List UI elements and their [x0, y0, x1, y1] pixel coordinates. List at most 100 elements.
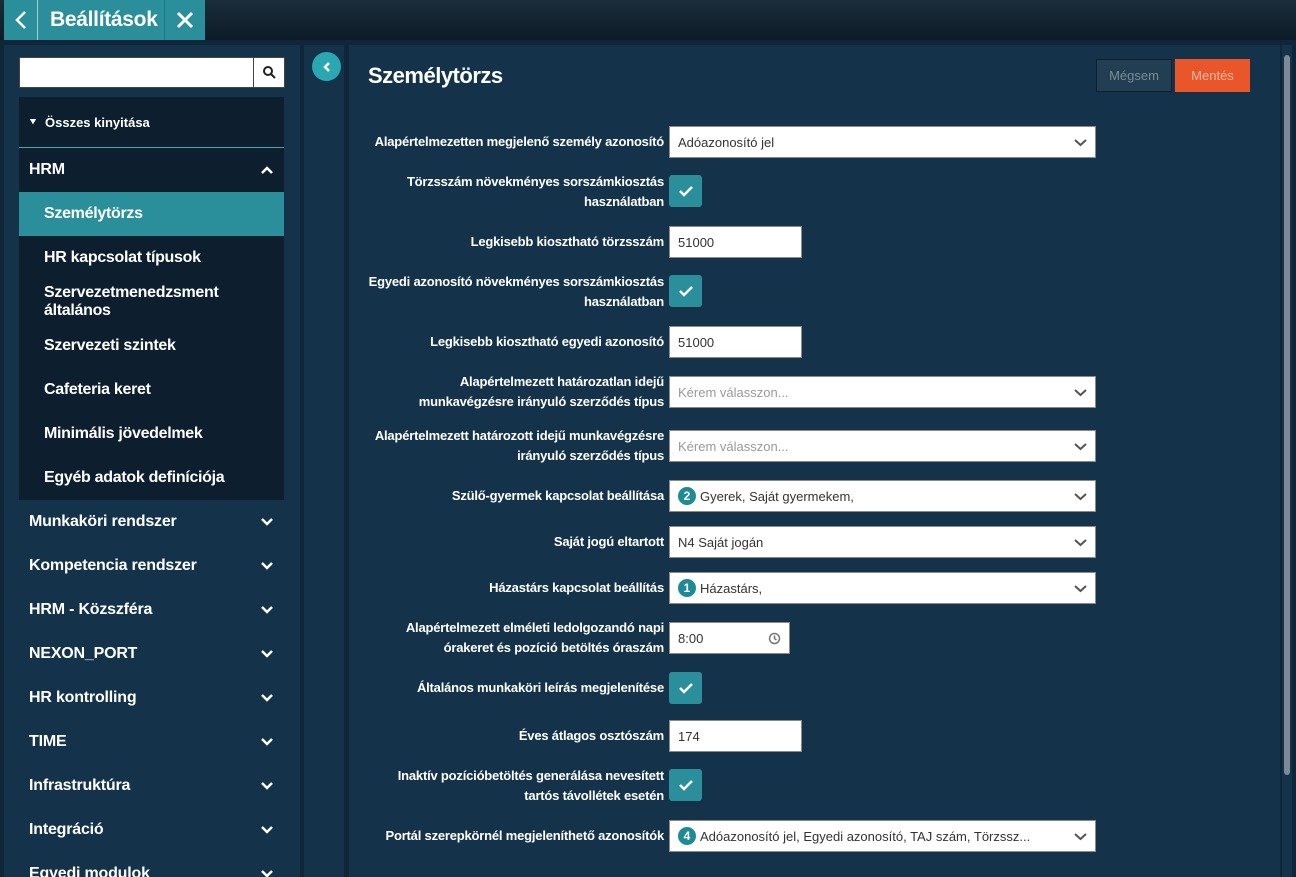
sidebar-group-egyedi-modulok[interactable]: Egyedi modulok: [19, 852, 284, 877]
chevron-down-icon: [1074, 389, 1087, 397]
count-badge: 4: [678, 827, 696, 845]
save-button[interactable]: Mentés: [1175, 59, 1250, 92]
check-icon: [678, 780, 693, 791]
own-right-dependent-label: Saját jogú eltartott: [553, 534, 664, 549]
expand-all-label: Összes kinyitása: [45, 114, 150, 130]
job-description-label: Általános munkaköri leírás megjelenítése: [416, 680, 664, 695]
chevron-down-icon: [1074, 833, 1087, 841]
scrollbar-thumb[interactable]: [1284, 55, 1290, 775]
sidebar-group-hrm-kozszfera[interactable]: HRM - Közszféra: [19, 588, 284, 632]
collapse-strip: [304, 45, 344, 877]
group-label: Egyedi modulok: [29, 865, 150, 877]
search-button[interactable]: [254, 57, 285, 88]
daily-hours-label: Alapértelmezett elméleti ledolgozandó na…: [405, 620, 664, 655]
own-right-dependent-select[interactable]: N4 Saját jogán: [669, 526, 1096, 558]
sidebar-item-szemelytorzs[interactable]: Személytörzs: [19, 192, 284, 236]
check-icon: [678, 683, 693, 694]
parent-child-select[interactable]: 2 Gyerek, Saját gyermekem,: [669, 480, 1096, 512]
chevron-down-icon: [1074, 539, 1087, 547]
chevron-down-icon: [1074, 493, 1087, 501]
indefinite-contract-select[interactable]: Kérem válasszon...: [669, 376, 1096, 408]
min-egyedi-label: Legkisebb kiosztható egyedi azonosító: [430, 334, 664, 349]
close-tab-button[interactable]: [164, 0, 204, 40]
group-label: Munkaköri rendszer: [29, 513, 177, 530]
inactive-position-checkbox[interactable]: [669, 769, 702, 801]
cancel-button[interactable]: Mégsem: [1096, 59, 1172, 92]
sidebar-group-integracio[interactable]: Integráció: [19, 808, 284, 852]
sidebar-group-hr-kontrolling[interactable]: HR kontrolling: [19, 676, 284, 720]
chevron-down-icon: [261, 562, 273, 570]
sidebar-group-time[interactable]: TIME: [19, 720, 284, 764]
hrm-sub-list: Személytörzs HR kapcsolat típusok Szerve…: [19, 192, 284, 500]
page-title: Személytörzs: [368, 63, 503, 88]
sidebar-item-minimalis-jovedelmek[interactable]: Minimális jövedelmek: [19, 412, 284, 456]
sidebar-item-egyeb-adatok[interactable]: Egyéb adatok definíciója: [19, 456, 284, 500]
job-description-checkbox[interactable]: [669, 672, 702, 704]
search-input[interactable]: [19, 57, 254, 88]
tab-title: Beállítások: [50, 8, 158, 31]
spouse-relation-label: Házastárs kapcsolat beállítás: [489, 580, 664, 595]
group-label: Kompetencia rendszer: [29, 557, 197, 574]
placeholder: Kérem válasszon...: [678, 384, 789, 400]
definite-contract-select[interactable]: Kérem válasszon...: [669, 430, 1096, 462]
expand-all-button[interactable]: ⯆ Összes kinyitása: [19, 97, 284, 147]
placeholder: Kérem válasszon...: [678, 438, 789, 454]
search-icon: [262, 66, 276, 79]
chevron-down-icon: [261, 870, 273, 877]
sidebar-search: [19, 57, 285, 88]
definite-contract-label: Alapértelmezett határozott idejű munkavé…: [374, 428, 664, 463]
sidebar-group-munkakori-rendszer[interactable]: Munkaköri rendszer: [19, 500, 284, 544]
group-label: HRM: [29, 161, 65, 178]
collapse-sidebar-button[interactable]: [312, 52, 341, 81]
input-value: 174: [678, 728, 700, 744]
chevron-down-icon: [1074, 443, 1087, 451]
group-label: Infrastruktúra: [29, 777, 131, 794]
portal-ids-select[interactable]: 4 Adóazonosító jel, Egyedi azonosító, TA…: [669, 820, 1096, 852]
main-scrollbar[interactable]: [1282, 45, 1292, 877]
annual-divisor-input[interactable]: 174: [669, 720, 802, 752]
chevron-down-icon: [1074, 585, 1087, 593]
egyedi-incremental-label: Egyedi azonosító növekményes sorszámkios…: [368, 274, 665, 309]
settings-tab[interactable]: Beállítások: [4, 0, 205, 40]
torzsszam-incremental-label: Törzsszám növekményes sorszámkiosztás ha…: [406, 174, 664, 209]
indefinite-contract-label: Alapértelmezett határozatlan idejű munka…: [418, 374, 664, 409]
portal-ids-label: Portál szerepkörnél megjeleníthető azono…: [385, 828, 664, 843]
input-value: 51000: [678, 234, 715, 250]
sidebar-item-cafeteria-keret[interactable]: Cafeteria keret: [19, 368, 284, 412]
torzsszam-incremental-checkbox[interactable]: [669, 175, 702, 207]
group-label: NEXON_PORT: [29, 645, 138, 662]
min-egyedi-input[interactable]: 51000: [669, 326, 802, 358]
egyedi-incremental-checkbox[interactable]: [669, 275, 702, 307]
close-icon: [176, 11, 193, 29]
sidebar-group-nexon-port[interactable]: NEXON_PORT: [19, 632, 284, 676]
selected-value: Házastárs,: [700, 580, 763, 596]
spouse-relation-select[interactable]: 1 Házastárs,: [669, 572, 1096, 604]
main-panel: Személytörzs Mégsem Mentés Alapértelmeze…: [349, 45, 1280, 877]
selected-value: Adóazonosító jel: [678, 134, 775, 150]
chevron-up-icon: [261, 166, 273, 174]
sidebar-group-hrm[interactable]: HRM: [19, 148, 284, 192]
group-label: HR kontrolling: [29, 689, 137, 706]
sidebar-item-hr-kapcsolat-tipusok[interactable]: HR kapcsolat típusok: [19, 236, 284, 280]
chevron-down-icon: [1074, 139, 1087, 147]
clock-icon[interactable]: [768, 632, 781, 645]
selected-value: N4 Saját jogán: [678, 534, 764, 550]
check-icon: [678, 286, 693, 297]
selected-value: Gyerek, Saját gyermekem,: [700, 488, 854, 504]
parent-child-label: Szülő-gyermek kapcsolat beállítása: [451, 488, 664, 503]
input-value: 51000: [678, 334, 715, 350]
back-button[interactable]: [4, 0, 38, 40]
chevron-left-icon: [14, 11, 26, 29]
sidebar-item-szervezeti-szintek[interactable]: Szervezeti szintek: [19, 324, 284, 368]
sidebar-group-infrastruktura[interactable]: Infrastruktúra: [19, 764, 284, 808]
sidebar-group-kompetencia-rendszer[interactable]: Kompetencia rendszer: [19, 544, 284, 588]
chevron-down-icon: [261, 826, 273, 834]
min-torzsszam-input[interactable]: 51000: [669, 226, 802, 258]
default-id-select[interactable]: Adóazonosító jel: [669, 126, 1096, 158]
daily-hours-input[interactable]: 8:00: [669, 622, 790, 654]
sidebar-item-szervezetmenedzsment[interactable]: Szervezetmenedzsment általános: [19, 280, 284, 324]
default-id-label: Alapértelmezetten megjelenő személy azon…: [374, 134, 665, 149]
annual-divisor-label: Éves átlagos osztószám: [518, 728, 664, 743]
group-label: TIME: [29, 733, 67, 750]
group-label: HRM - Közszféra: [29, 601, 153, 618]
